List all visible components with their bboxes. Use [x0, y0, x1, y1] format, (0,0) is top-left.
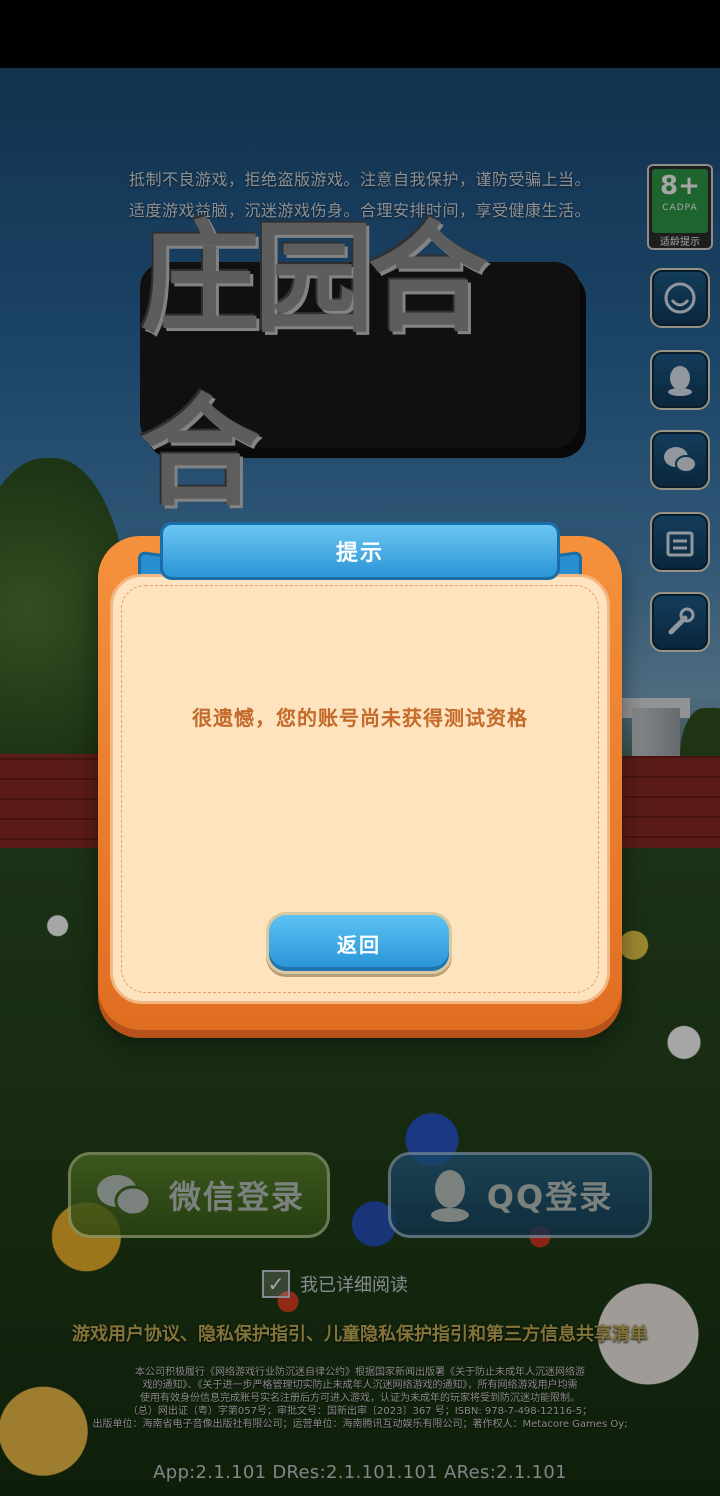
dialog-message: 很遗憾，您的账号尚未获得测试资格 — [192, 706, 528, 730]
status-bar — [0, 0, 720, 68]
dialog-title: 提示 — [335, 541, 384, 566]
return-button[interactable]: 返回 — [266, 912, 452, 974]
dialog-title-bar: 提示 — [160, 522, 560, 580]
tip-dialog: 提示 很遗憾，您的账号尚未获得测试资格 返回 — [98, 522, 622, 1030]
